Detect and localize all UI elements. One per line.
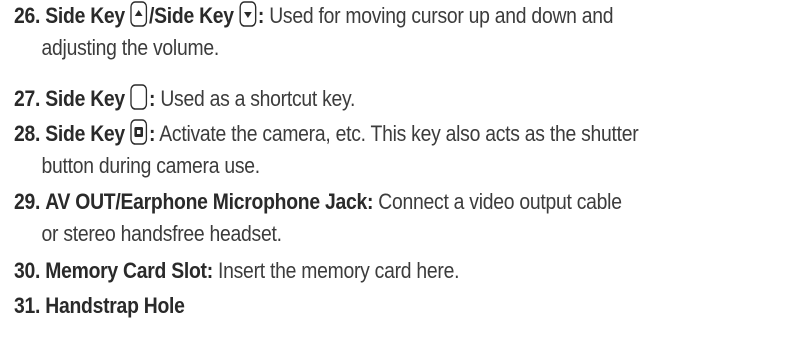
item-description: Used as a shortcut key. (160, 86, 356, 111)
item-description: Used for moving cursor up and down and (269, 3, 614, 28)
camera-key-icon (130, 119, 148, 145)
list-item-31: 31. Handstrap Hole (14, 290, 685, 322)
item-number: 31. (14, 293, 41, 318)
item-term: Side Key (45, 121, 125, 146)
manual-page: 26. Side Key/Side Key: Used for moving c… (0, 0, 805, 355)
item-colon: : (149, 86, 156, 111)
item-colon: : (257, 3, 265, 28)
list-item-27: 27. Side Key: Used as a shortcut key. (14, 83, 685, 115)
list-item-26: 26. Side Key/Side Key: Used for moving c… (14, 0, 685, 64)
item-description: Activate the camera, etc. This key also … (159, 121, 639, 146)
item-number: 28. (14, 121, 41, 146)
item-term: Memory Card Slot: (45, 258, 213, 283)
item-term: Side Key (45, 86, 125, 111)
item-colon: : (149, 121, 156, 146)
up-arrow-key-icon (130, 1, 148, 27)
item-number: 27. (14, 86, 41, 111)
list-item-28: 28. Side Key: Activate the camera, etc. … (14, 118, 685, 182)
item-term: Handstrap Hole (45, 293, 185, 318)
item-description: Connect a video output cable (378, 189, 622, 214)
item-description-cont: button during camera use. (41, 153, 261, 178)
item-number: 26. (14, 3, 41, 28)
item-description-cont: adjusting the volume. (41, 35, 220, 60)
item-term-b: Side Key (154, 3, 234, 28)
item-term: AV OUT/Earphone Microphone Jack: (45, 189, 374, 214)
item-description: Insert the memory card here. (218, 258, 460, 283)
item-number: 30. (14, 258, 41, 283)
down-arrow-key-icon (239, 1, 257, 27)
item-description-cont: or stereo handsfree headset. (41, 221, 282, 246)
list-item-30: 30. Memory Card Slot: Insert the memory … (14, 255, 685, 287)
item-term: Side Key (45, 3, 125, 28)
list-item-29: 29. AV OUT/Earphone Microphone Jack: Con… (14, 186, 685, 250)
blank-side-key-icon (130, 84, 148, 110)
item-number: 29. (14, 189, 41, 214)
